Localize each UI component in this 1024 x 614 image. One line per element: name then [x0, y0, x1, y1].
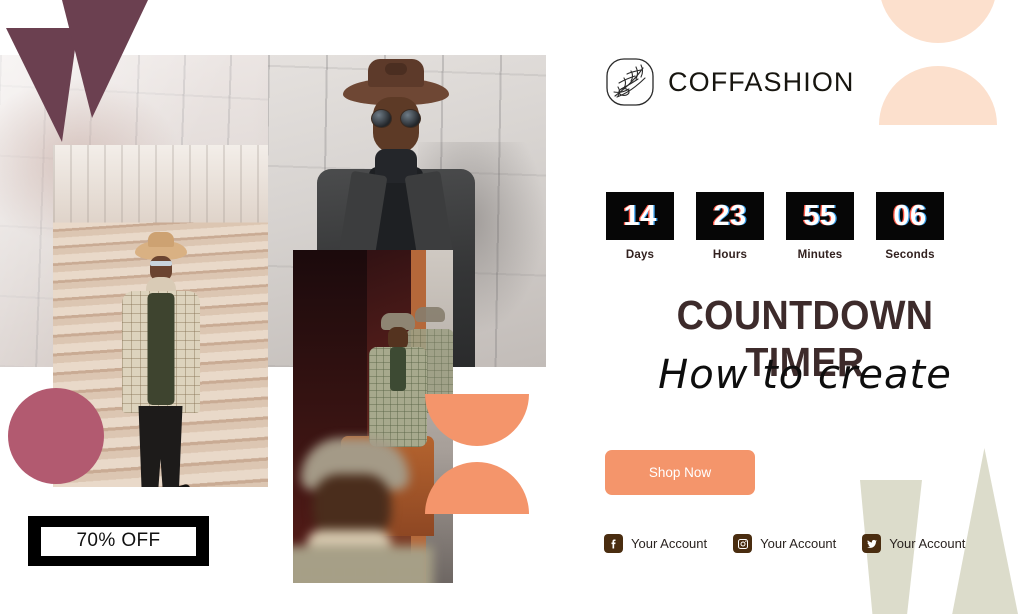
brand-logo: COFFASHION [605, 56, 855, 108]
facebook-icon [604, 534, 623, 553]
countdown-hours-value: 23 [713, 199, 747, 232]
countdown-minutes-box: 55 [786, 192, 854, 240]
model-collar [389, 347, 406, 392]
countdown-unit-hours: 23 Hours [696, 192, 764, 261]
shop-now-button[interactable]: Shop Now [605, 450, 755, 495]
photo-collage: 70% OFF [0, 0, 560, 614]
photo-man-in-tweed-interior [293, 250, 453, 583]
decor-rose-circle [8, 388, 104, 484]
model-fedora-crown [367, 59, 424, 87]
promo-banner: 70% OFF COFFASHION 14 Days 23 Hours 55 M… [0, 0, 1024, 614]
brand-name: COFFASHION [668, 66, 855, 97]
wheat-sprig-logo-icon [605, 56, 655, 108]
countdown-minutes-label: Minutes [797, 249, 843, 261]
countdown-days-label: Days [625, 249, 655, 261]
social-link-instagram[interactable]: Your Account [733, 534, 836, 553]
social-links: Your Account Your Account Your Account [604, 534, 965, 553]
countdown-seconds-value: 06 [893, 199, 927, 232]
countdown-days-value: 14 [623, 199, 657, 232]
social-link-label: Your Account [760, 536, 837, 551]
content-panel: COFFASHION 14 Days 23 Hours 55 Minutes 0… [560, 0, 1024, 614]
photo-building-detail [53, 145, 268, 228]
decor-peach-half-circle-up [879, 66, 997, 125]
decor-sage-triangle-up [952, 448, 1018, 614]
countdown-hours-box: 23 [696, 192, 764, 240]
countdown-days-box: 14 [606, 192, 674, 240]
model-inner-vest [147, 292, 174, 405]
social-link-facebook[interactable]: Your Account [604, 534, 707, 553]
countdown-timer: 14 Days 23 Hours 55 Minutes 06 Seconds [606, 192, 944, 261]
decor-plum-triangle-right [62, 0, 148, 118]
model-sunglasses [370, 109, 421, 128]
countdown-minutes-value: 55 [803, 199, 837, 232]
photo-foreground-blurred-model [293, 438, 433, 583]
social-link-label: Your Account [889, 536, 966, 551]
twitter-icon [862, 534, 882, 553]
model-glasses [149, 260, 172, 266]
model-checked-jacket [293, 546, 433, 583]
countdown-hours-label: Hours [712, 249, 748, 261]
discount-badge: 70% OFF [28, 516, 209, 566]
countdown-unit-seconds: 06 Seconds [876, 192, 944, 261]
photo-model-figure [115, 240, 207, 487]
discount-badge-label: 70% OFF [41, 526, 196, 556]
social-link-twitter[interactable]: Your Account [862, 534, 965, 553]
decor-peach-half-circle-down [879, 0, 997, 43]
instagram-icon [733, 534, 753, 553]
countdown-seconds-label: Seconds [885, 249, 935, 261]
social-link-label: Your Account [631, 536, 708, 551]
countdown-unit-minutes: 55 Minutes [786, 192, 854, 261]
page-subtitle: How to create [658, 352, 952, 398]
model-pants [138, 405, 183, 487]
countdown-unit-days: 14 Days [606, 192, 674, 261]
countdown-seconds-box: 06 [876, 192, 944, 240]
